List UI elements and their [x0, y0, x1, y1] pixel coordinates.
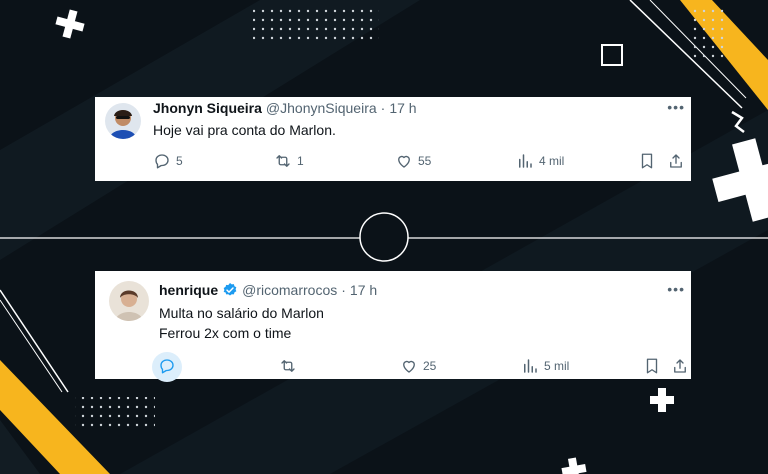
avatar-image	[109, 281, 149, 321]
retweet-icon	[281, 360, 295, 372]
author-name[interactable]: henrique	[159, 282, 218, 298]
bookmark-icon	[641, 153, 653, 169]
heart-icon	[403, 360, 415, 373]
reply-button[interactable]	[158, 357, 181, 375]
tweet-text-line: Multa no salário do Marlon	[159, 305, 324, 321]
center-circle	[359, 212, 409, 262]
reply-count: 5	[176, 154, 183, 168]
avatar[interactable]	[109, 281, 149, 321]
background-graphic	[0, 0, 768, 474]
more-dots-icon[interactable]: •••	[667, 281, 685, 297]
tweet-text-line: Hoje vai pra conta do Marlon.	[153, 122, 336, 138]
separator: ·	[341, 282, 346, 298]
like-count: 25	[423, 359, 437, 373]
retweet-button[interactable]	[279, 357, 302, 375]
share-icon	[674, 359, 686, 373]
heart-icon	[398, 155, 410, 168]
share-button[interactable]	[667, 152, 690, 170]
like-button[interactable]: 25	[400, 357, 436, 375]
views-button[interactable]: 5 mil	[521, 357, 569, 375]
author-handle[interactable]: @ricomarrocos	[242, 282, 337, 298]
tweet-text-line: Ferrou 2x com o time	[159, 325, 292, 341]
view-count: 5 mil	[544, 359, 570, 373]
verified-badge-icon[interactable]	[222, 282, 238, 298]
share-icon	[670, 154, 682, 168]
like-count: 55	[418, 154, 432, 168]
tweet-header: Jhonyn Siqueira @JhonynSiqueira · 17 h	[153, 100, 417, 116]
tweet-header: henrique @ricomarrocos · 17 h	[159, 282, 377, 298]
bookmark-icon	[646, 358, 658, 374]
reply-icon	[160, 359, 174, 374]
view-count: 4 mil	[539, 154, 565, 168]
avatar-image	[105, 103, 141, 139]
separator: ·	[380, 100, 386, 116]
retweet-icon	[276, 155, 290, 167]
tweet-text: Hoje vai pra conta do Marlon.	[153, 120, 336, 140]
tweet-time[interactable]: 17 h	[389, 100, 416, 116]
tweet-card[interactable]: Jhonyn Siqueira @JhonynSiqueira · 17 h •…	[95, 97, 691, 181]
views-chart-icon	[524, 359, 537, 373]
like-button[interactable]: 55	[395, 152, 431, 170]
action-bar: 5 1 55 4 mil	[95, 152, 691, 172]
author-name[interactable]: Jhonyn Siqueira	[153, 100, 262, 116]
retweet-button[interactable]: 1	[274, 152, 304, 170]
author-handle[interactable]: @JhonynSiqueira	[266, 100, 377, 116]
more-dots-icon[interactable]: •••	[667, 99, 685, 115]
reply-button[interactable]: 5	[153, 152, 183, 170]
tweet-text: Multa no salário do Marlon Ferrou 2x com…	[159, 303, 324, 343]
tweet-time[interactable]: 17 h	[350, 282, 377, 298]
share-button[interactable]	[671, 357, 694, 375]
tweet-card[interactable]: henrique @ricomarrocos · 17 h ••• Multa …	[95, 271, 694, 382]
avatar[interactable]	[105, 103, 141, 139]
action-bar: 25 5 mil	[95, 352, 694, 382]
reply-icon	[155, 154, 169, 169]
retweet-count: 1	[297, 154, 304, 168]
views-chart-icon	[519, 154, 532, 168]
bookmark-button[interactable]	[643, 357, 666, 375]
bookmark-button[interactable]	[638, 152, 661, 170]
views-button[interactable]: 4 mil	[516, 152, 564, 170]
